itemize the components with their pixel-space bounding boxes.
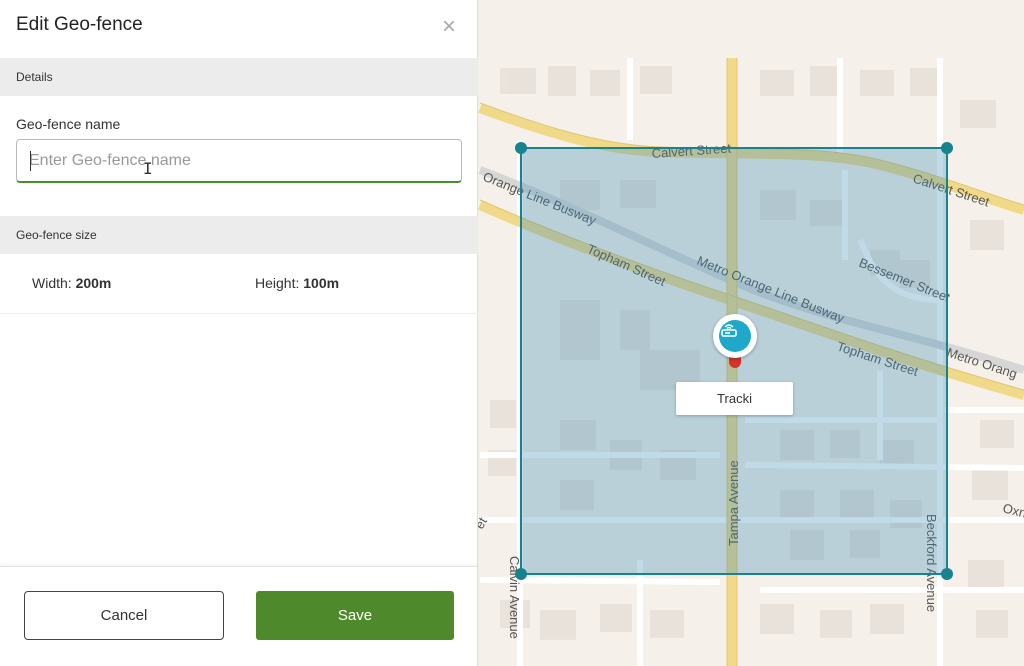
ibeam-cursor-icon: I <box>143 159 153 178</box>
height-value: 100m <box>303 275 340 291</box>
device-location-pin[interactable] <box>713 314 757 368</box>
panel-footer: Cancel Save <box>0 566 478 666</box>
width-readout: Width: 200m <box>32 275 111 291</box>
geofence-name-field[interactable] <box>16 139 462 183</box>
width-label: Width: <box>32 275 72 291</box>
edit-geofence-panel: Edit Geo-fence × Details Geo-fence name … <box>0 0 478 666</box>
close-icon[interactable]: × <box>437 15 461 40</box>
router-icon <box>719 320 751 352</box>
geofence-handle-top-right[interactable] <box>941 142 953 154</box>
details-section-label: Details <box>16 70 53 84</box>
size-row: Width: 200m Height: 100m <box>0 254 478 314</box>
details-section-header: Details <box>0 58 478 96</box>
save-button[interactable]: Save <box>256 591 454 640</box>
geofence-name-label: Geo-fence name <box>16 116 121 132</box>
geofence-name-input[interactable] <box>17 140 461 181</box>
panel-title: Edit Geo-fence <box>16 14 143 35</box>
size-section-header: Geo-fence size <box>0 216 478 254</box>
geofence-handle-bottom-left[interactable] <box>515 568 527 580</box>
panel-header: Edit Geo-fence × <box>0 0 478 58</box>
height-label: Height: <box>255 275 300 291</box>
geofence-handle-bottom-right[interactable] <box>941 568 953 580</box>
device-name-label: Tracki <box>676 382 793 415</box>
pin-head <box>713 314 757 358</box>
size-section-label: Geo-fence size <box>16 228 97 242</box>
height-readout: Height: 100m <box>255 275 339 291</box>
width-value: 200m <box>75 275 112 291</box>
cancel-button[interactable]: Cancel <box>24 591 224 640</box>
text-caret <box>30 151 31 171</box>
geofence-handle-top-left[interactable] <box>515 142 527 154</box>
